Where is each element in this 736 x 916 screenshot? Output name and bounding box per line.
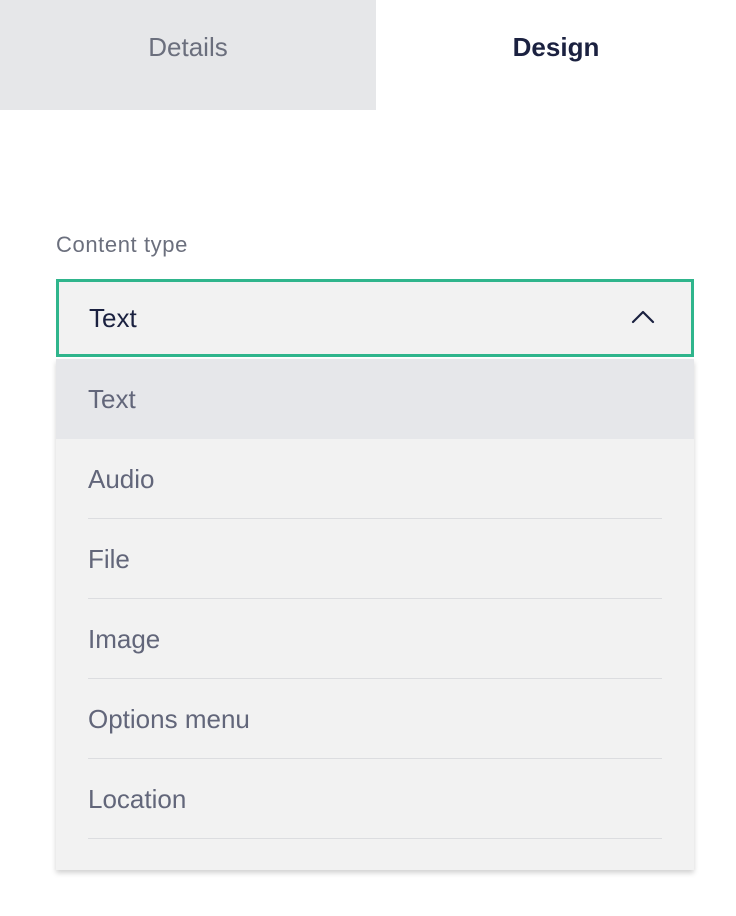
content-type-label: Content type: [56, 232, 188, 257]
tab-bar: Details Design: [0, 0, 736, 110]
tab-design[interactable]: Design: [376, 0, 736, 110]
option-file[interactable]: File: [56, 519, 694, 599]
option-location[interactable]: Location: [56, 759, 694, 839]
option-image[interactable]: Image: [56, 599, 694, 679]
tab-details[interactable]: Details: [0, 0, 376, 110]
content-type-selected-value: Text: [89, 302, 137, 333]
page: Details Design Content type Text Text Au…: [0, 0, 736, 916]
option-text[interactable]: Text: [56, 359, 694, 439]
content-type-select[interactable]: Text: [56, 279, 694, 357]
chevron-up-icon: [631, 310, 655, 324]
option-options-menu[interactable]: Options menu: [56, 679, 694, 759]
option-audio[interactable]: Audio: [56, 439, 694, 519]
content-type-dropdown-list[interactable]: Text Audio File Image Options menu Locat…: [56, 359, 694, 870]
